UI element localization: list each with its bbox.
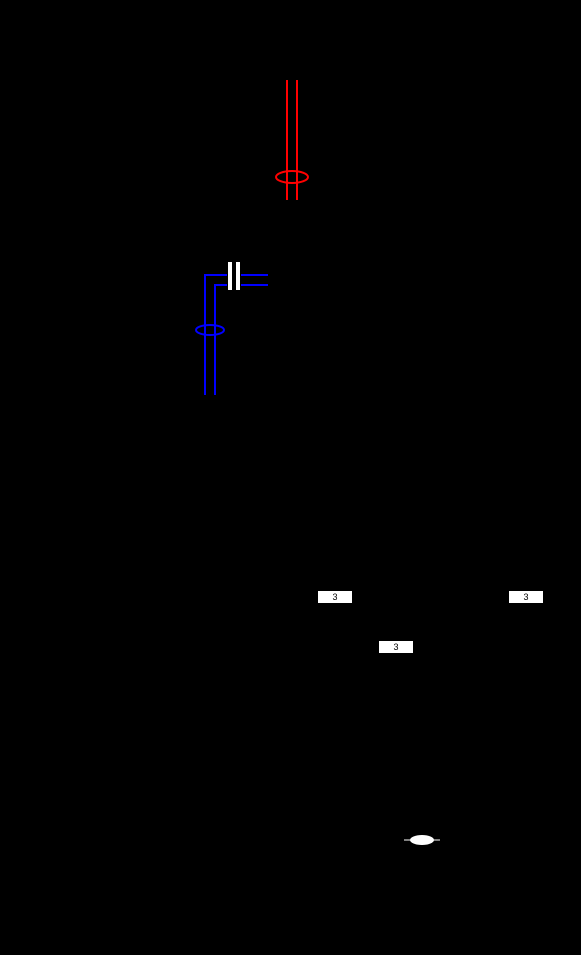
label-box-3: 3 — [378, 640, 414, 654]
label-text-3: 3 — [393, 642, 398, 652]
blue-line-inner — [215, 285, 227, 395]
red-joint-ellipse — [276, 171, 308, 183]
label-box-2: 3 — [508, 590, 544, 604]
capacitor-plate-right — [236, 262, 240, 290]
blue-joint-ellipse — [196, 325, 224, 335]
label-box-1: 3 — [317, 590, 353, 604]
label-text-1: 3 — [332, 592, 337, 602]
capacitor-plate-left — [228, 262, 232, 290]
label-text-2: 3 — [523, 592, 528, 602]
schematic-diagram — [0, 0, 581, 955]
